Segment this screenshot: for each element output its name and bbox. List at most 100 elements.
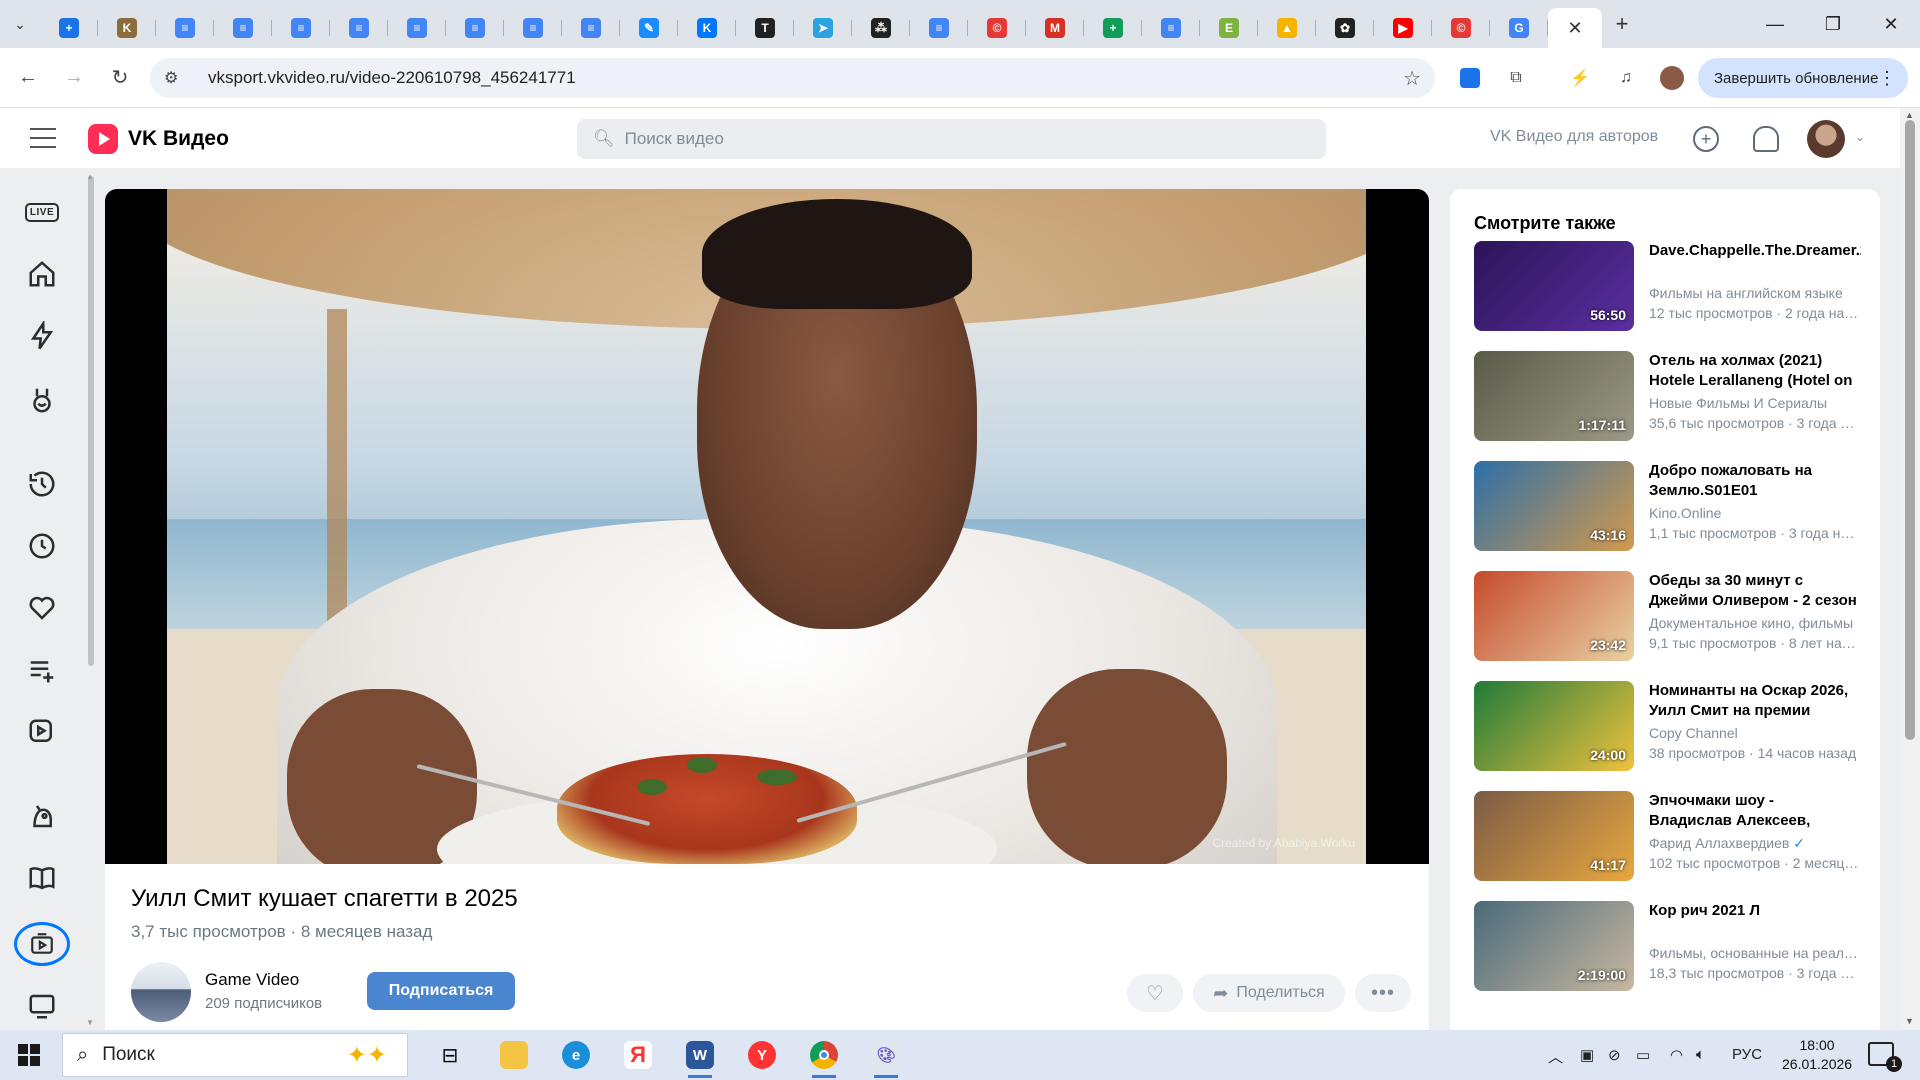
tv-shows-icon[interactable] [14, 922, 70, 966]
task-view-icon[interactable]: ⊟ [430, 1036, 470, 1074]
finish-update-button[interactable]: Завершить обновление ⋮ [1698, 58, 1908, 98]
windows-start-icon[interactable] [18, 1044, 40, 1066]
edge-icon[interactable]: e [556, 1036, 596, 1074]
maximize-button[interactable]: ❐ [1804, 0, 1862, 48]
related-thumbnail[interactable]: 24:00 [1474, 681, 1634, 771]
browser-tab[interactable]: ✿ [1316, 11, 1374, 45]
scroll-up-icon[interactable]: ▲ [1905, 110, 1914, 120]
video-frame[interactable] [167, 189, 1366, 864]
notification-center-icon[interactable]: 1 [1868, 1042, 1902, 1072]
browser-tab[interactable]: ≡ [446, 11, 504, 45]
playlists-icon[interactable] [26, 654, 58, 686]
tray-volume-icon[interactable]: 🔈︎ [1696, 1046, 1705, 1063]
related-title[interactable]: Отель на холмах (2021) Hotele Lerallanen… [1649, 351, 1861, 391]
history-icon[interactable] [26, 468, 58, 500]
channel-mascot-icon[interactable] [26, 800, 58, 832]
back-button[interactable]: ← [10, 60, 46, 96]
tray-network-icon[interactable]: ◠ [1670, 1046, 1683, 1064]
tray-battery-icon[interactable]: ▭ [1636, 1046, 1650, 1064]
close-tab-icon[interactable]: ✕ [1567, 18, 1582, 39]
video-player[interactable]: Created by Ababiya Worku [105, 189, 1429, 864]
extension-blue-icon[interactable] [1458, 66, 1482, 90]
media-controls-icon[interactable]: ♫ [1614, 66, 1638, 90]
performance-icon[interactable]: ⚡ [1568, 66, 1592, 90]
share-button[interactable]: ➦ Поделиться [1193, 974, 1345, 1012]
browser-tab[interactable]: ≡ [156, 11, 214, 45]
tray-chevron-icon[interactable]: ︿ [1548, 1046, 1563, 1067]
related-channel[interactable]: Kino.Online [1649, 505, 1861, 521]
nav-scroll-up-icon[interactable]: ▲ [86, 172, 94, 181]
related-video-item[interactable]: 24:00 Номинанты на Оскар 2026, Уилл Смит … [1474, 681, 1864, 771]
browser-tab[interactable]: ≡ [214, 11, 272, 45]
related-channel[interactable]: Фильмы, основанные на реальных событиях [1649, 945, 1861, 961]
related-thumbnail[interactable]: 23:42 [1474, 571, 1634, 661]
related-thumbnail[interactable]: 43:16 [1474, 461, 1634, 551]
related-channel[interactable]: Документальное кино, фильмы [1649, 615, 1861, 631]
upload-plus-icon[interactable]: + [1693, 126, 1719, 152]
user-avatar[interactable] [1807, 120, 1845, 158]
channel-avatar[interactable] [131, 962, 191, 1022]
active-tab[interactable]: ✕ [1548, 8, 1602, 48]
extensions-puzzle-icon[interactable]: ⧉ [1504, 66, 1528, 90]
bookmark-star-icon[interactable]: ☆ [1403, 66, 1421, 91]
related-title[interactable]: Добро пожаловать на Землю.S01E01 [1649, 461, 1861, 501]
notifications-bell-icon[interactable] [1753, 126, 1779, 152]
browser-tab[interactable]: + [40, 11, 98, 45]
browser-tab[interactable]: ✎ [620, 11, 678, 45]
browser-tab[interactable]: + [1084, 11, 1142, 45]
url-text[interactable]: vksport.vkvideo.ru/video-220610798_45624… [208, 68, 576, 88]
browser-tab[interactable]: ▲ [1258, 11, 1316, 45]
related-video-item[interactable]: 56:50 Dave.Chappelle.The.Dreamer.2023 Филь… [1474, 241, 1864, 331]
shorts-lightning-icon[interactable] [26, 320, 58, 352]
liked-heart-icon[interactable] [26, 592, 58, 624]
related-thumbnail[interactable]: 2:19:00 [1474, 901, 1634, 991]
browser-tab[interactable]: E [1200, 11, 1258, 45]
menu-icon[interactable] [30, 128, 56, 148]
new-tab-button[interactable]: + [1602, 11, 1642, 37]
browser-tab[interactable]: ≡ [330, 11, 388, 45]
related-video-item[interactable]: 1:17:11 Отель на холмах (2021) Hotele Ler… [1474, 351, 1864, 441]
word-icon[interactable]: W [680, 1036, 720, 1078]
home-icon[interactable] [26, 258, 58, 290]
site-info-icon[interactable]: ⚙ [164, 68, 188, 88]
browser-tab[interactable]: K [678, 11, 736, 45]
chevron-down-icon[interactable]: ⌄ [1855, 130, 1865, 144]
related-channel[interactable]: Copy Channel [1649, 725, 1861, 741]
watch-later-clock-icon[interactable] [26, 530, 58, 562]
browser-tab[interactable]: ≡ [562, 11, 620, 45]
browser-tab[interactable]: ≡ [1142, 11, 1200, 45]
related-thumbnail[interactable]: 41:17 [1474, 791, 1634, 881]
my-videos-icon[interactable] [26, 716, 58, 748]
browser-tab[interactable]: ▶ [1374, 11, 1432, 45]
related-video-item[interactable]: 2:19:00 Кор рич 2021 Л Фильмы, основанные … [1474, 901, 1864, 991]
channel-name[interactable]: Game Video [205, 970, 299, 990]
related-title[interactable]: Кор рич 2021 Л [1649, 901, 1861, 921]
forward-button[interactable]: → [56, 60, 92, 96]
related-title[interactable]: Номинанты на Оскар 2026, Уилл Смит на пр… [1649, 681, 1861, 721]
browser-tab[interactable]: © [968, 11, 1026, 45]
related-thumbnail[interactable]: 1:17:11 [1474, 351, 1634, 441]
address-bar[interactable]: ⚙ vksport.vkvideo.ru/video-220610798_456… [150, 58, 1435, 98]
page-scrollbar[interactable]: ▲ ▼ [1900, 108, 1920, 1030]
tray-device-icon[interactable]: ▣ [1580, 1046, 1594, 1064]
browser-tab[interactable]: G [1490, 11, 1548, 45]
authors-link[interactable]: VK Видео для авторов [1490, 128, 1658, 146]
close-window-button[interactable]: ✕ [1862, 0, 1920, 48]
related-title[interactable]: Dave.Chappelle.The.Dreamer.2023 [1649, 241, 1861, 261]
tv-monitor-icon[interactable] [26, 990, 58, 1022]
chrome-icon[interactable] [804, 1036, 844, 1078]
nav-scroll-down-icon[interactable]: ▼ [86, 1018, 94, 1027]
browser-tab[interactable]: ≡ [504, 11, 562, 45]
yandex-browser-icon[interactable]: Y [742, 1036, 782, 1074]
browser-tab[interactable]: K [98, 11, 156, 45]
scroll-down-icon[interactable]: ▼ [1905, 1016, 1914, 1026]
related-video-item[interactable]: 43:16 Добро пожаловать на Землю.S01E01 Kin… [1474, 461, 1864, 551]
browser-tab[interactable]: M [1026, 11, 1084, 45]
vk-video-logo[interactable]: VK Видео [88, 124, 229, 154]
browser-tab[interactable]: ⁂ [852, 11, 910, 45]
related-title[interactable]: Обеды за 30 минут с Джейми Оливером - 2 … [1649, 571, 1861, 611]
related-title[interactable]: Эпчочмаки шоу - Владислав Алексеев, выпу… [1649, 791, 1861, 831]
subscribe-button[interactable]: Подписаться [367, 972, 515, 1010]
kids-icon[interactable] [26, 384, 58, 416]
nav-scrollbar[interactable] [88, 176, 94, 666]
